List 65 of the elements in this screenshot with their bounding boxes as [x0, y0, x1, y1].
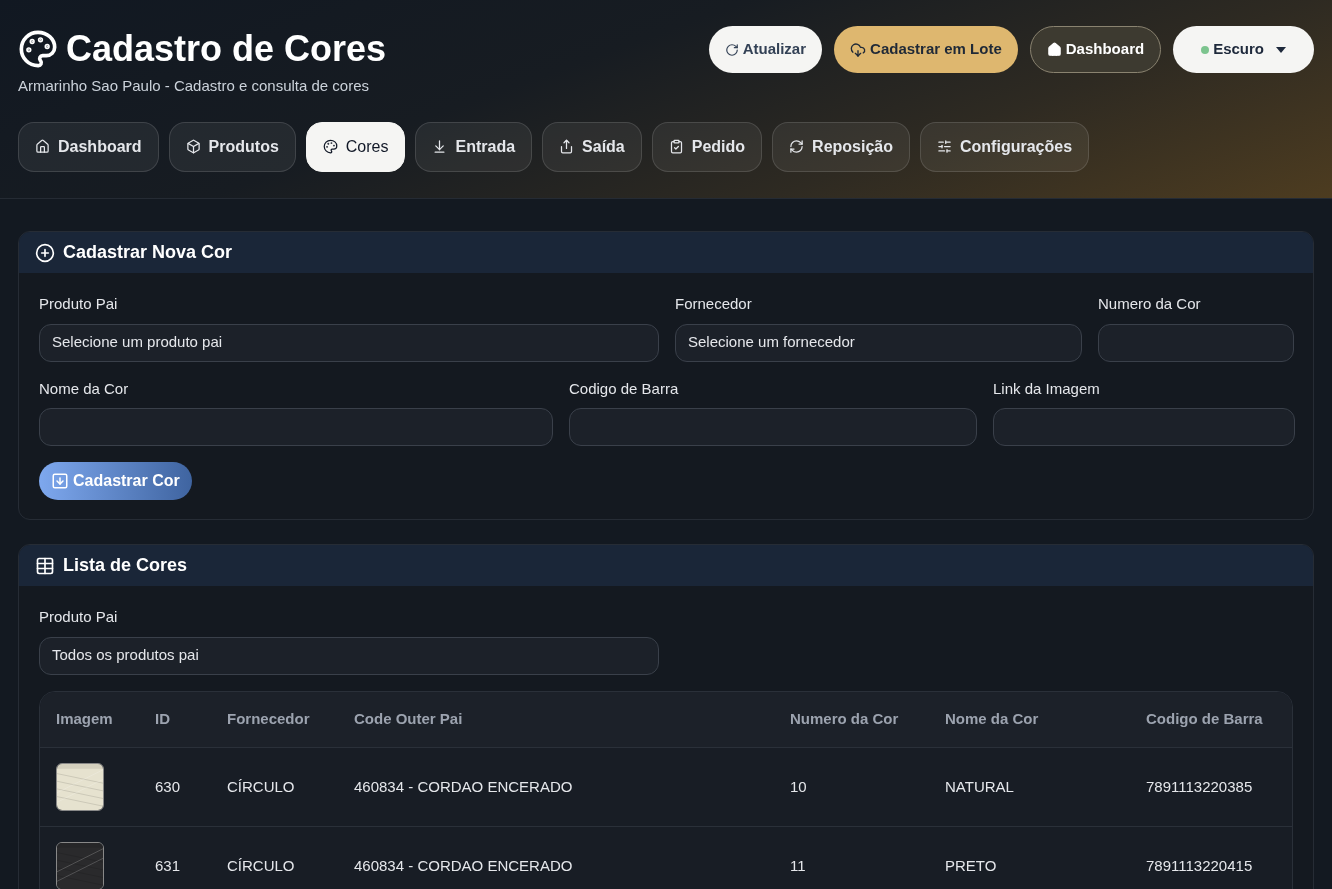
theme-select[interactable]: Escuro	[1173, 26, 1314, 73]
input-field[interactable]	[993, 408, 1295, 446]
field-label: Numero da Cor	[1098, 294, 1202, 314]
table-cell: 460834 - CORDAO ENCERADO	[338, 826, 774, 889]
refresh-button[interactable]: Atualizar	[708, 26, 823, 73]
house-icon	[1046, 42, 1062, 57]
column-header: Code Outer Pai	[338, 691, 774, 748]
house-icon	[35, 139, 50, 154]
column-header: Imagem	[40, 691, 139, 748]
field-label: Link da Imagem	[993, 378, 1101, 399]
add-icon	[35, 242, 55, 263]
field-label: Produto Pai	[39, 294, 119, 314]
table-cell: PRETO	[929, 826, 1130, 889]
dashboard-button[interactable]: Dashboard	[1029, 26, 1162, 73]
table-cell: CÍRCULO	[211, 826, 338, 889]
table-cell: 11	[774, 826, 929, 889]
column-header: Numero da Cor	[774, 691, 929, 748]
card-title: Cadastrar Nova Cor	[63, 241, 233, 264]
input-field[interactable]	[39, 408, 553, 446]
table-cell: 7891113220415	[1130, 826, 1292, 889]
table-cell: 630	[139, 747, 211, 827]
nav-tab[interactable]: Produtos	[168, 121, 296, 172]
palette-icon	[18, 28, 58, 69]
field-label: Fornecedor	[675, 294, 753, 314]
column-header: ID	[139, 691, 211, 748]
nav-tab[interactable]: Pedido	[651, 121, 763, 172]
cloud-download-icon	[850, 41, 867, 58]
download-icon	[51, 472, 69, 490]
card-title: Lista de Cores	[63, 554, 188, 577]
table-cell: 460834 - CORDAO ENCERADO	[338, 747, 774, 827]
nav-tab[interactable]: Reposição	[772, 121, 910, 172]
caret-icon	[1276, 46, 1286, 53]
refresh-icon	[724, 42, 739, 57]
clipboard-icon	[668, 139, 684, 154]
sliders-icon	[937, 139, 952, 154]
refresh-icon	[789, 139, 805, 154]
select-field[interactable]: Selecione um fornecedor	[675, 323, 1082, 362]
box-icon	[185, 139, 201, 154]
column-header: Fornecedor	[211, 691, 338, 748]
field-label: Produto Pai	[39, 607, 119, 627]
page-title: Cadastro de Cores	[66, 27, 387, 71]
table-cell: 10	[774, 747, 929, 827]
column-header: Nome da Cor	[929, 691, 1130, 748]
batch-register-button[interactable]: Cadastrar em Lote	[834, 26, 1018, 73]
palette-icon	[322, 139, 338, 154]
field-label: Codigo de Barra	[569, 378, 680, 399]
nav-tab[interactable]: Configurações	[920, 121, 1090, 172]
table-cell: 7891113220385	[1130, 747, 1292, 827]
nav-tab[interactable]: Saída	[542, 121, 642, 172]
nav-tab[interactable]: Entrada	[415, 121, 533, 172]
table-cell: 631	[139, 826, 211, 889]
input-field[interactable]	[1098, 323, 1294, 362]
field-label: Nome da Cor	[39, 378, 130, 399]
input-field[interactable]	[569, 408, 977, 446]
table-icon	[35, 555, 55, 576]
table-cell: NATURAL	[929, 747, 1130, 827]
submit-button[interactable]: Cadastrar Cor	[39, 462, 192, 500]
nav-tab[interactable]: Cores	[305, 121, 406, 172]
nav-tab[interactable]: Dashboard	[18, 121, 159, 172]
table-cell: CÍRCULO	[211, 747, 338, 827]
upload-icon	[559, 139, 575, 154]
page-subtitle: Armarinho Sao Paulo - Cadastro e consulta de cores	[18, 76, 371, 96]
select-field[interactable]: Todos os produtos pai	[39, 636, 659, 675]
column-header: Codigo de Barra	[1130, 691, 1292, 748]
select-field[interactable]: Selecione um produto pai	[39, 323, 659, 362]
